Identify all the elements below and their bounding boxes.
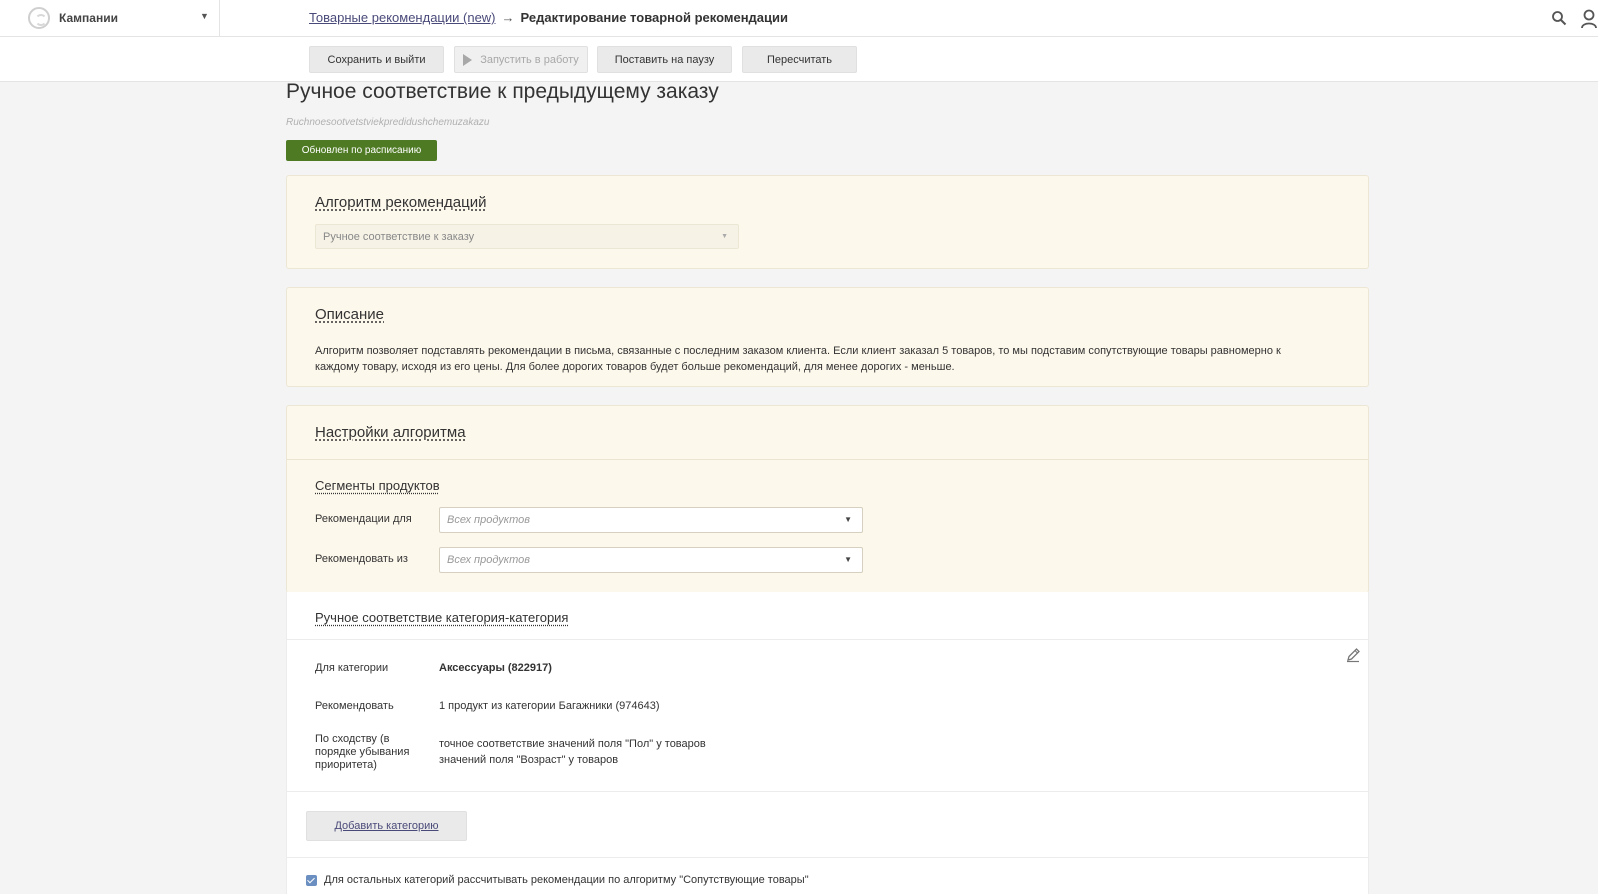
manual-divider-3 <box>287 857 1368 858</box>
chevron-down-icon: ▼ <box>721 233 728 240</box>
rec-for-value: Всех продуктов <box>447 514 530 526</box>
rec-from-select[interactable]: Всех продуктов ▼ <box>439 547 863 573</box>
save-exit-button[interactable]: Сохранить и выйти <box>309 46 444 73</box>
similarity-line-2: значений поля "Возраст" у товаров <box>439 754 619 766</box>
similarity-label: По сходству (в порядке убывания приорите… <box>315 733 410 771</box>
top-bar: Кампании ▼ Товарные рекомендации (new) →… <box>0 0 1598 37</box>
rec-for-label: Рекомендации для <box>315 513 412 525</box>
algorithm-card: Алгоритм рекомендаций Ручное соответстви… <box>286 175 1369 269</box>
segments-title: Сегменты продуктов <box>315 478 440 493</box>
logo-icon <box>28 7 50 29</box>
rec-from-value: Всех продуктов <box>447 554 530 566</box>
breadcrumb-arrow: → <box>501 10 515 25</box>
campaign-selector[interactable]: Кампании ▼ <box>28 5 218 31</box>
chevron-down-icon: ▼ <box>844 555 852 564</box>
chevron-down-icon: ▼ <box>844 515 852 524</box>
recommend-value: 1 продукт из категории Багажники (974643… <box>439 700 660 712</box>
algorithm-title: Алгоритм рекомендаций <box>315 194 487 211</box>
manual-mapping-card: Ручное соответствие категория-категория … <box>286 592 1369 894</box>
search-icon[interactable] <box>1551 10 1567 26</box>
chevron-down-icon: ▼ <box>200 11 209 21</box>
description-text: Алгоритм позволяет подставлять рекоменда… <box>315 345 1281 373</box>
play-icon <box>463 53 473 66</box>
topbar-divider <box>219 0 220 37</box>
recommend-label: Рекомендовать <box>315 700 394 712</box>
settings-divider <box>287 459 1368 460</box>
manual-divider-2 <box>287 791 1368 792</box>
other-categories-label: Для остальных категорий рассчитывать рек… <box>324 874 809 886</box>
breadcrumb-current: Редактирование товарной рекомендации <box>520 10 789 25</box>
rec-for-select[interactable]: Всех продуктов ▼ <box>439 507 863 533</box>
other-categories-row: Для остальных категорий рассчитывать рек… <box>306 874 809 886</box>
other-categories-checkbox[interactable] <box>306 874 317 886</box>
page-title: Ручное соответствие к предыдущему заказу <box>286 80 719 103</box>
breadcrumb: Товарные рекомендации (new) → Редактиров… <box>309 10 788 25</box>
start-button-label: Запустить в работу <box>480 53 579 66</box>
algorithm-select-value: Ручное соответствие к заказу <box>323 230 475 243</box>
manual-divider <box>287 639 1368 640</box>
algorithm-select[interactable]: Ручное соответствие к заказу ▼ <box>315 224 739 249</box>
category-label: Для категории <box>315 662 389 674</box>
pencil-icon[interactable] <box>1345 647 1361 663</box>
category-value: Аксессуары (822917) <box>439 662 552 674</box>
page-slug: Ruchnoesootvetstviekpredidushchemuzakazu <box>286 117 490 128</box>
description-title: Описание <box>315 306 385 323</box>
breadcrumb-link[interactable]: Товарные рекомендации (new) <box>309 10 496 25</box>
add-category-button[interactable]: Добавить категорию <box>306 811 467 841</box>
action-toolbar: Сохранить и выйти Запустить в работу Пос… <box>0 37 1598 82</box>
rec-from-label: Рекомендовать из <box>315 553 408 565</box>
settings-title: Настройки алгоритма <box>315 424 466 441</box>
user-icon[interactable] <box>1580 9 1598 29</box>
pause-button[interactable]: Поставить на паузу <box>597 46 732 73</box>
description-card: Описание Алгоритм позволяет подставлять … <box>286 287 1369 387</box>
settings-card: Настройки алгоритма Сегменты продуктов Р… <box>286 405 1369 593</box>
recalculate-button[interactable]: Пересчитать <box>742 46 857 73</box>
campaign-label: Кампании <box>59 11 118 25</box>
manual-title: Ручное соответствие категория-категория <box>315 610 569 625</box>
status-badge: Обновлен по расписанию <box>286 140 437 161</box>
similarity-line-1: точное соответствие значений поля "Пол" … <box>439 738 706 750</box>
start-button[interactable]: Запустить в работу <box>454 46 588 73</box>
